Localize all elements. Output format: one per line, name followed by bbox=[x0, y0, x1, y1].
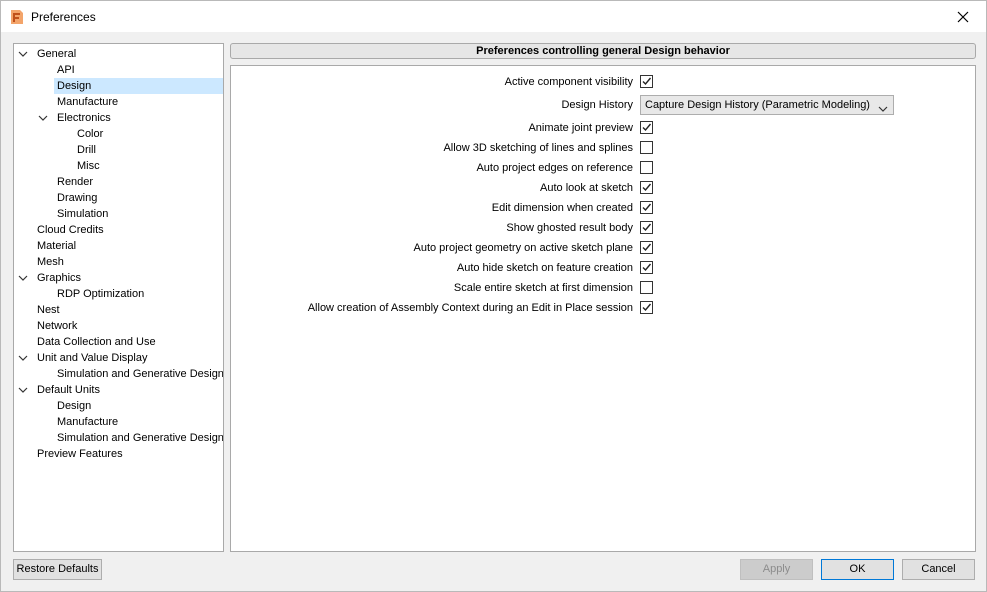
tree-item-rdp-optimization[interactable]: RDP Optimization bbox=[54, 286, 147, 302]
tree-item-simulation-and-generative-design[interactable]: Simulation and Generative Design bbox=[54, 366, 223, 382]
pref-label-auto-hide-sketch-on-feature-creation: Auto hide sketch on feature creation bbox=[456, 262, 633, 274]
chevron-down-icon[interactable] bbox=[18, 385, 28, 395]
tree-item-design[interactable]: Design bbox=[54, 78, 223, 94]
tree-item-preview-features[interactable]: Preview Features bbox=[34, 446, 126, 462]
pref-label-active-component-visibility: Active component visibility bbox=[504, 76, 633, 88]
fusion-app-icon bbox=[10, 9, 24, 25]
tree-item-network[interactable]: Network bbox=[34, 318, 80, 334]
tree-item-drawing[interactable]: Drawing bbox=[54, 190, 100, 206]
checkbox-scale-entire-sketch-at-first-dimension[interactable] bbox=[640, 281, 653, 294]
tree-item-cloud-credits[interactable]: Cloud Credits bbox=[34, 222, 107, 238]
checkbox-auto-project-geometry-on-active-sketch-plane[interactable] bbox=[640, 241, 653, 254]
ok-button[interactable]: OK bbox=[821, 559, 894, 580]
tree-item-general[interactable]: General bbox=[34, 46, 79, 62]
pref-label-auto-look-at-sketch: Auto look at sketch bbox=[540, 182, 633, 194]
checkbox-allow-creation-of-assembly-context-during-an-edit-in-place-session[interactable] bbox=[640, 301, 653, 314]
checkbox-auto-project-edges-on-reference[interactable] bbox=[640, 161, 653, 174]
checkbox-allow-3d-sketching-of-lines-and-splines[interactable] bbox=[640, 141, 653, 154]
checkbox-edit-dimension-when-created[interactable] bbox=[640, 201, 653, 214]
design-history-value: Capture Design History (Parametric Model… bbox=[645, 99, 870, 111]
chevron-down-icon[interactable] bbox=[18, 273, 28, 283]
tree-item-design[interactable]: Design bbox=[54, 398, 94, 414]
checkbox-auto-look-at-sketch[interactable] bbox=[640, 181, 653, 194]
tree-item-graphics[interactable]: Graphics bbox=[34, 270, 84, 286]
checkbox-animate-joint-preview[interactable] bbox=[640, 121, 653, 134]
close-button[interactable] bbox=[940, 1, 986, 32]
tree-item-data-collection-and-use[interactable]: Data Collection and Use bbox=[34, 334, 159, 350]
preferences-category-tree[interactable]: General API Design Manufacture Electronics Co… bbox=[13, 43, 224, 552]
pref-label-edit-dimension-when-created: Edit dimension when created bbox=[491, 202, 633, 214]
tree-item-manufacture[interactable]: Manufacture bbox=[54, 94, 121, 110]
checkbox-show-ghosted-result-body[interactable] bbox=[640, 221, 653, 234]
pref-label-auto-project-geometry-on-active-sketch-plane: Auto project geometry on active sketch p… bbox=[413, 242, 633, 254]
pref-label-allow-3d-sketching-of-lines-and-splines: Allow 3D sketching of lines and splines bbox=[443, 142, 633, 154]
checkbox-auto-hide-sketch-on-feature-creation[interactable] bbox=[640, 261, 653, 274]
tree-item-color[interactable]: Color bbox=[74, 126, 106, 142]
pref-label-animate-joint-preview: Animate joint preview bbox=[528, 122, 633, 134]
restore-defaults-button[interactable]: Restore Defaults bbox=[13, 559, 102, 580]
chevron-down-icon bbox=[878, 101, 888, 119]
tree-item-render[interactable]: Render bbox=[54, 174, 96, 190]
apply-button[interactable]: Apply bbox=[740, 559, 813, 580]
design-history-label: Design History bbox=[561, 99, 633, 111]
pref-label-show-ghosted-result-body: Show ghosted result body bbox=[506, 222, 633, 234]
panel-header: Preferences controlling general Design b… bbox=[230, 43, 976, 59]
title-bar: Preferences bbox=[1, 1, 986, 32]
window-title: Preferences bbox=[31, 10, 96, 24]
tree-item-nest[interactable]: Nest bbox=[34, 302, 63, 318]
pref-label-scale-entire-sketch-at-first-dimension: Scale entire sketch at first dimension bbox=[453, 282, 633, 294]
tree-item-manufacture[interactable]: Manufacture bbox=[54, 414, 121, 430]
tree-item-electronics[interactable]: Electronics bbox=[54, 110, 114, 126]
pref-label-allow-creation-of-assembly-context-during-an-edit-in-place-session: Allow creation of Assembly Context durin… bbox=[307, 302, 633, 314]
tree-item-simulation-and-generative-design[interactable]: Simulation and Generative Design bbox=[54, 430, 223, 446]
chevron-down-icon[interactable] bbox=[18, 49, 28, 59]
preferences-panel: Design History Capture Design History (P… bbox=[230, 65, 976, 552]
pref-label-auto-project-edges-on-reference: Auto project edges on reference bbox=[476, 162, 633, 174]
tree-item-api[interactable]: API bbox=[54, 62, 78, 78]
chevron-down-icon[interactable] bbox=[38, 113, 48, 123]
tree-item-drill[interactable]: Drill bbox=[74, 142, 99, 158]
cancel-button[interactable]: Cancel bbox=[902, 559, 975, 580]
chevron-down-icon[interactable] bbox=[18, 353, 28, 363]
design-history-dropdown[interactable]: Capture Design History (Parametric Model… bbox=[640, 95, 894, 115]
tree-item-mesh[interactable]: Mesh bbox=[34, 254, 67, 270]
checkbox-active-component-visibility[interactable] bbox=[640, 75, 653, 88]
tree-item-material[interactable]: Material bbox=[34, 238, 79, 254]
close-icon bbox=[957, 11, 969, 22]
tree-item-simulation[interactable]: Simulation bbox=[54, 206, 111, 222]
tree-item-misc[interactable]: Misc bbox=[74, 158, 103, 174]
preferences-dialog: Preferences General API Design Manufacture E… bbox=[0, 0, 987, 592]
tree-item-unit-and-value-display[interactable]: Unit and Value Display bbox=[34, 350, 150, 366]
tree-item-default-units[interactable]: Default Units bbox=[34, 382, 103, 398]
